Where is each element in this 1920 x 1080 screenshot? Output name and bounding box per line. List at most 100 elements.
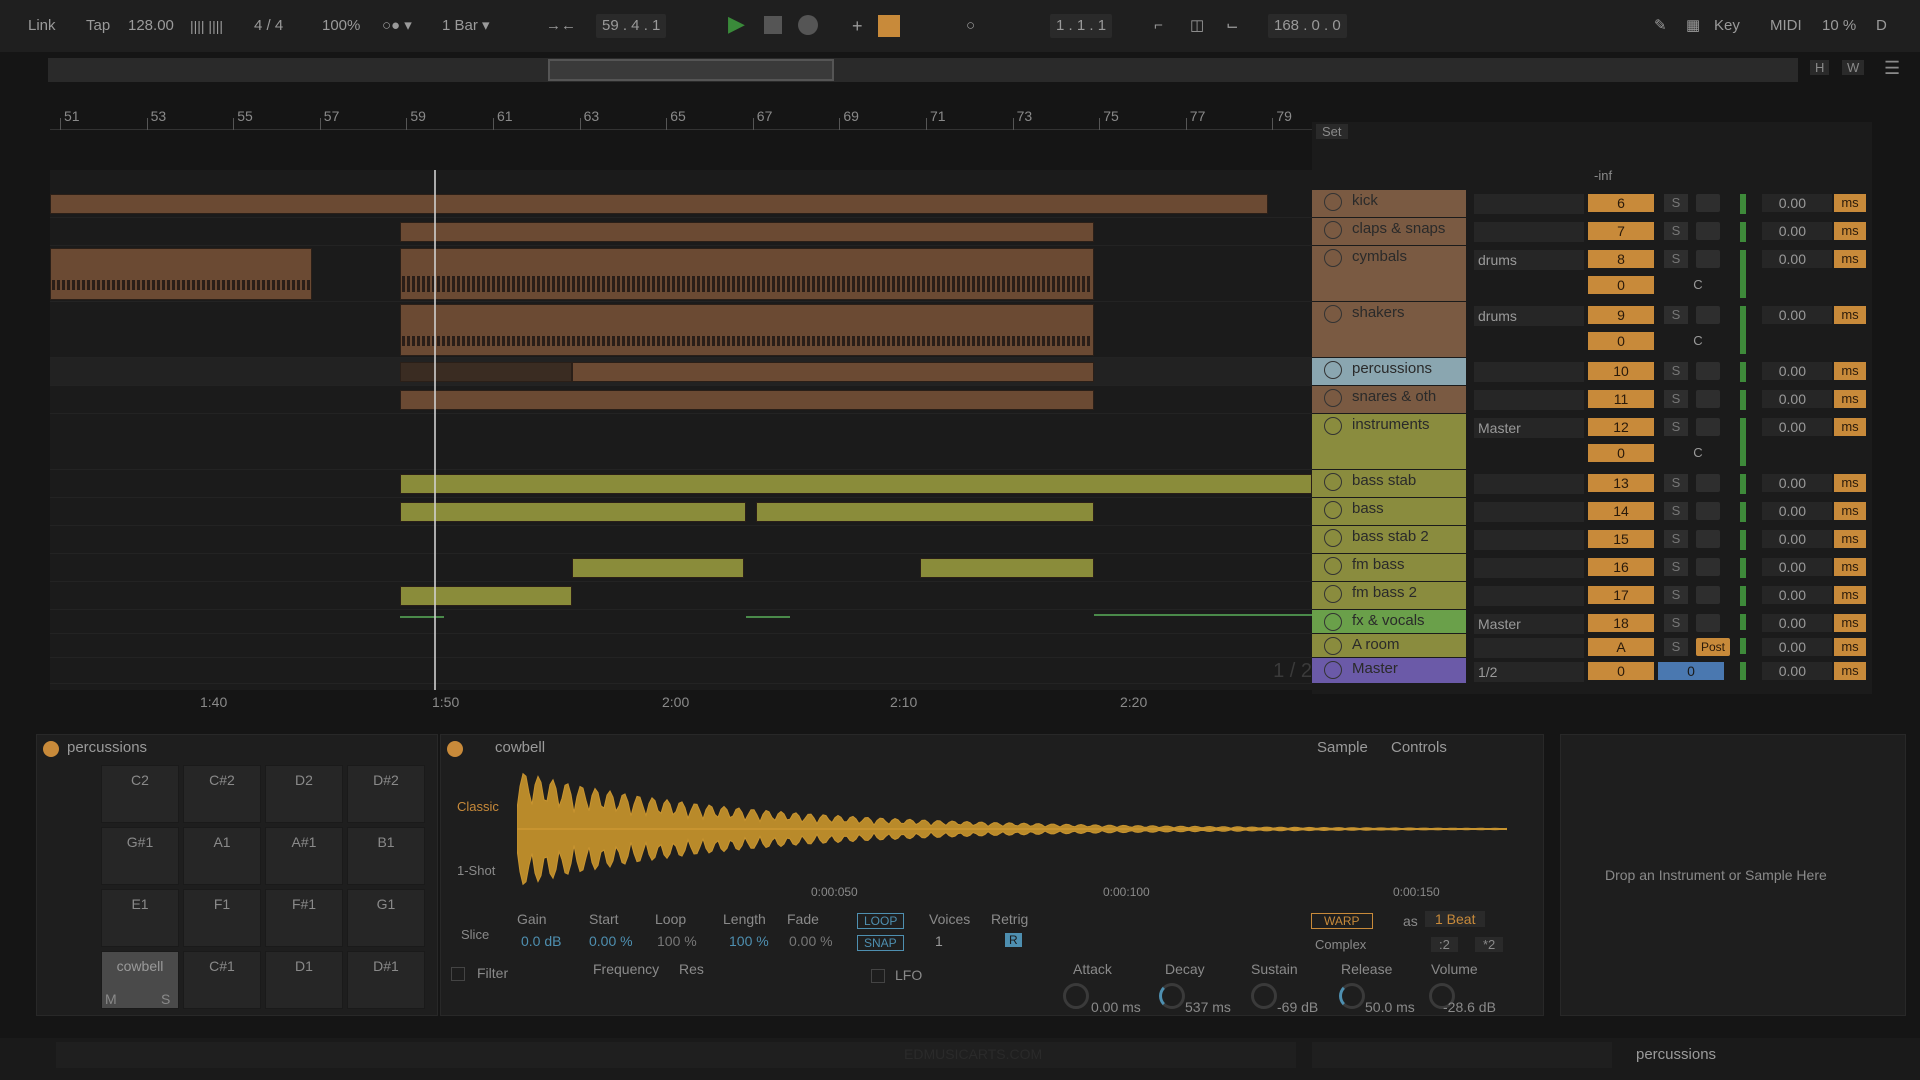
arm-button[interactable] [1696,194,1720,212]
drum-pad[interactable]: D#2 [347,765,425,823]
clip[interactable] [50,248,312,300]
track-output-select[interactable] [1474,194,1584,214]
stop-button[interactable] [764,16,782,34]
width-button[interactable]: W [1842,60,1865,75]
delay-unit-button[interactable]: ms [1834,362,1866,380]
clip[interactable] [756,502,1094,522]
drum-pad[interactable]: B1 [347,827,425,885]
release-knob[interactable] [1339,983,1365,1009]
record-button[interactable] [798,15,818,35]
track-output-select[interactable] [1474,474,1584,494]
track-activator-button[interactable]: 9 [1588,306,1654,324]
delay-unit-button[interactable]: ms [1834,306,1866,324]
arm-button[interactable] [1696,362,1720,380]
track-activator-button[interactable]: 18 [1588,614,1654,632]
track-fold-icon[interactable] [1324,529,1342,547]
track-output-select[interactable] [1474,222,1584,242]
track-output-select[interactable] [1474,558,1584,578]
arm-button[interactable] [1696,558,1720,576]
drum-pad[interactable]: F#1 [265,889,343,947]
arm-button[interactable] [1696,418,1720,436]
clip[interactable] [572,362,1094,382]
track-fold-icon[interactable] [1324,661,1342,679]
arm-button[interactable] [1696,614,1720,632]
delay-unit-button[interactable]: ms [1834,614,1866,632]
tab-controls[interactable]: Controls [1391,739,1447,756]
track-output-select[interactable]: 1/2 [1474,662,1584,682]
solo-button[interactable]: S [1664,614,1688,632]
clip[interactable] [400,222,1094,242]
tempo-field[interactable]: 128.00 [128,14,174,38]
track-header[interactable]: bass [1312,498,1466,526]
clip[interactable] [400,248,1094,300]
track-header[interactable]: fx & vocals [1312,610,1466,634]
track-fold-icon[interactable] [1324,389,1342,407]
arm-button[interactable] [1696,586,1720,604]
follow-icon[interactable]: →← [546,14,576,38]
delay-unit-button[interactable]: ms [1834,250,1866,268]
track-activator-button[interactable]: 10 [1588,362,1654,380]
drum-pad[interactable]: A#1 [265,827,343,885]
delay-unit-button[interactable]: ms [1834,586,1866,604]
track-header[interactable]: Master [1312,658,1466,684]
clip[interactable] [572,558,744,578]
lfo-toggle[interactable] [871,969,885,983]
track-pan-field[interactable]: C [1678,276,1718,294]
gain-value[interactable]: 0.0 dB [521,933,561,949]
midi-map-button[interactable]: MIDI [1770,14,1802,38]
automation-arm-icon[interactable] [878,15,900,37]
drum-pad[interactable]: E1 [101,889,179,947]
solo-button[interactable]: S [1664,362,1688,380]
solo-button[interactable]: S [1664,194,1688,212]
arm-button[interactable] [1696,502,1720,520]
delay-unit-button[interactable]: ms [1834,502,1866,520]
drop-zone[interactable]: Drop an Instrument or Sample Here [1560,734,1906,1016]
track-header[interactable]: instruments [1312,414,1466,470]
track-output-select[interactable] [1474,502,1584,522]
arm-button[interactable] [1696,390,1720,408]
fade-value[interactable]: 0.00 % [789,933,833,949]
solo-button[interactable]: S [1664,222,1688,240]
arm-button[interactable] [1696,474,1720,492]
clip[interactable] [400,474,1312,494]
track-delay-field[interactable]: 0.00 [1762,390,1832,408]
track-volume-field[interactable]: 0 [1588,276,1654,294]
master-cue-field[interactable]: 0 [1658,662,1724,680]
keyboard-icon[interactable]: ▦ [1686,14,1700,38]
warp-beats-field[interactable]: 1 Beat [1425,911,1486,927]
track-header[interactable]: percussions [1312,358,1466,386]
clip[interactable] [400,390,1094,410]
drum-pad[interactable]: G1 [347,889,425,947]
drum-pad[interactable]: D2 [265,765,343,823]
solo-button[interactable]: S [1664,586,1688,604]
drum-pad[interactable]: C#1 [183,951,261,1009]
track-activator-button[interactable]: 15 [1588,530,1654,548]
loop-toggle-icon[interactable]: ◫ [1190,14,1204,38]
track-delay-field[interactable]: 0.00 [1762,662,1832,680]
clip[interactable] [746,616,790,618]
drum-pad[interactable]: D1 [265,951,343,1009]
track-delay-field[interactable]: 0.00 [1762,362,1832,380]
track-header[interactable]: fm bass 2 [1312,582,1466,610]
nudge-icon[interactable]: |||| |||| [190,14,223,38]
track-output-select[interactable] [1474,530,1584,550]
set-button[interactable]: Set [1316,124,1348,139]
selected-track-name[interactable]: percussions [1636,1046,1716,1063]
track-header[interactable]: bass stab [1312,470,1466,498]
track-delay-field[interactable]: 0.00 [1762,586,1832,604]
track-output-select[interactable]: drums [1474,250,1584,270]
clip[interactable] [400,502,746,522]
track-fold-icon[interactable] [1324,305,1342,323]
double-tempo-button[interactable]: *2 [1475,937,1504,952]
track-fold-icon[interactable] [1324,417,1342,435]
track-delay-field[interactable]: 0.00 [1762,502,1832,520]
bar-ruler[interactable]: 51 53 55 57 59 61 63 65 67 69 71 73 75 77 79 [50,104,1312,130]
delay-unit-button[interactable]: ms [1834,530,1866,548]
solo-button[interactable]: S [1664,418,1688,436]
track-activator-button[interactable]: 6 [1588,194,1654,212]
track-header[interactable]: kick [1312,190,1466,218]
waveform[interactable] [517,769,1507,889]
delay-unit-button[interactable]: ms [1834,222,1866,240]
track-delay-field[interactable]: 0.00 [1762,474,1832,492]
delay-unit-button[interactable]: ms [1834,558,1866,576]
